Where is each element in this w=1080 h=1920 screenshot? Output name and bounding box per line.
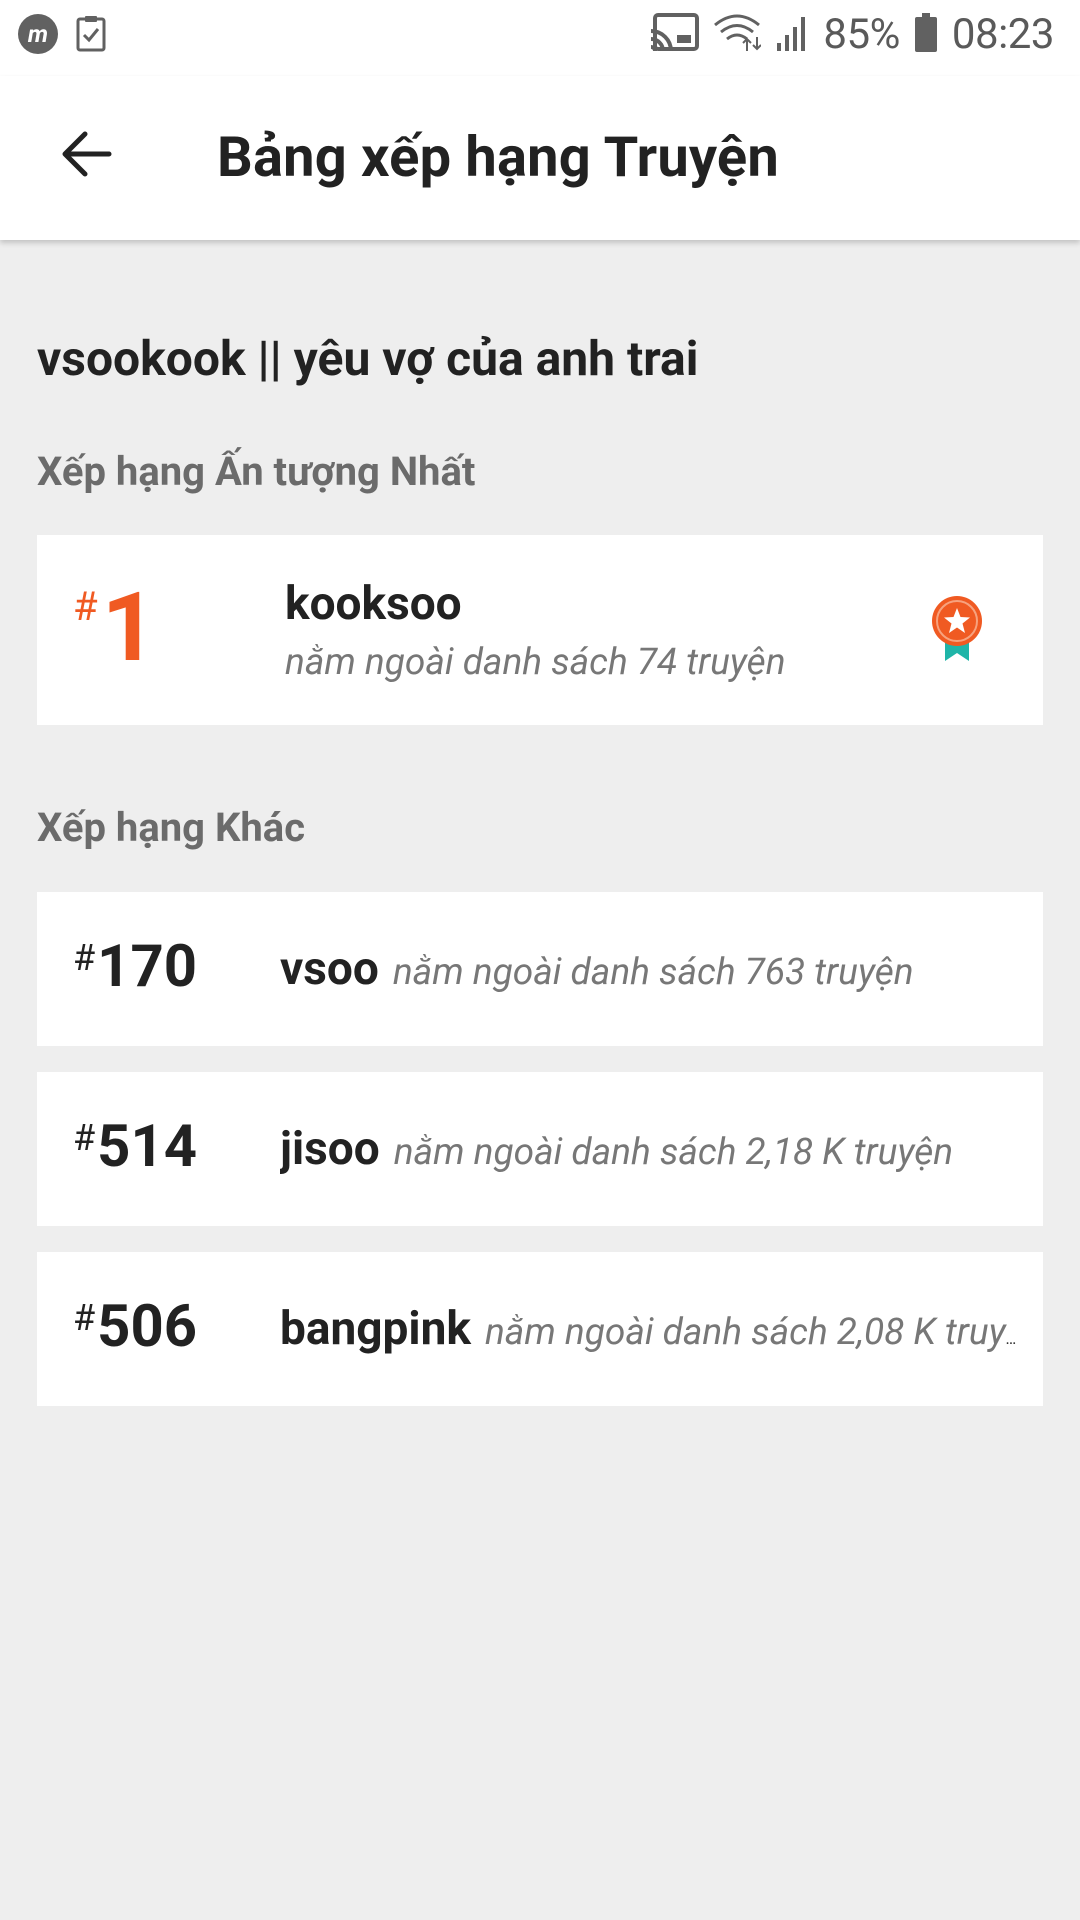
task-check-icon	[76, 16, 106, 52]
cast-icon	[649, 12, 700, 57]
rank-hash: #	[73, 1117, 96, 1159]
ranking-text: jisoo nằm ngoài danh sách 2,18 K truyện	[280, 1122, 1020, 1176]
rank-value: 170	[97, 933, 198, 1001]
rank-hash: #	[73, 937, 96, 979]
top-ranking-card[interactable]: # 1 kooksoo nằm ngoài danh sách 74 truyệ…	[37, 535, 1043, 725]
award-ribbon-icon	[929, 595, 985, 667]
rank-hash: #	[73, 583, 98, 630]
page-title: Bảng xếp hạng Truyện	[217, 124, 779, 190]
battery-percent: 85%	[823, 10, 900, 59]
section-header-other: Xếp hạng Khác	[37, 804, 306, 851]
ranking-description: nằm ngoài danh sách 74 truyện	[285, 641, 786, 684]
arrow-left-icon	[59, 130, 113, 182]
rank-number: # 1	[73, 572, 157, 684]
rank-number: # 514	[73, 1118, 197, 1176]
rank-number: # 170	[73, 938, 197, 996]
ranking-tag: kooksoo	[285, 577, 462, 631]
ranking-tag: jisoo	[280, 1122, 380, 1176]
ranking-row[interactable]: # 506 bangpink nằm ngoài danh sách 2,08 K…	[37, 1252, 1043, 1406]
ranking-description: nằm ngoài danh sách 2,18 K truyện	[393, 1131, 954, 1174]
wifi-icon	[713, 13, 763, 57]
status-bar: m 85% 08:23	[0, 0, 1080, 76]
rank-value: 506	[97, 1293, 198, 1361]
ranking-row[interactable]: # 514 jisoo nằm ngoài danh sách 2,18 K tr…	[37, 1072, 1043, 1226]
section-header-best: Xếp hạng Ấn tượng Nhất	[37, 448, 476, 495]
ranking-text: bangpink nằm ngoài danh sách 2,08 K truyệ…	[280, 1302, 1020, 1356]
app-bar: Bảng xếp hạng Truyện	[0, 76, 1080, 240]
ranking-row[interactable]: # 170 vsoo nằm ngoài danh sách 763 truyện	[37, 892, 1043, 1046]
m-app-icon: m	[18, 14, 58, 54]
ranking-tag: vsoo	[280, 942, 379, 996]
rank-value: 514	[97, 1113, 198, 1181]
ranking-description: nằm ngoài danh sách 763 truyện	[392, 951, 914, 994]
rank-value: 1	[101, 572, 157, 684]
signal-icon	[775, 13, 809, 57]
ranking-description: nằm ngoài danh sách 2,08 K truyện	[484, 1311, 1020, 1354]
status-time: 08:23	[951, 10, 1055, 59]
back-button[interactable]	[44, 114, 128, 198]
ranking-tag: bangpink	[280, 1302, 471, 1356]
story-title: vsookook || yêu vợ của anh trai	[37, 330, 699, 387]
rank-number: # 506	[73, 1298, 197, 1356]
rank-hash: #	[73, 1297, 96, 1339]
battery-icon	[914, 12, 938, 57]
ranking-text: vsoo nằm ngoài danh sách 763 truyện	[280, 942, 1020, 996]
